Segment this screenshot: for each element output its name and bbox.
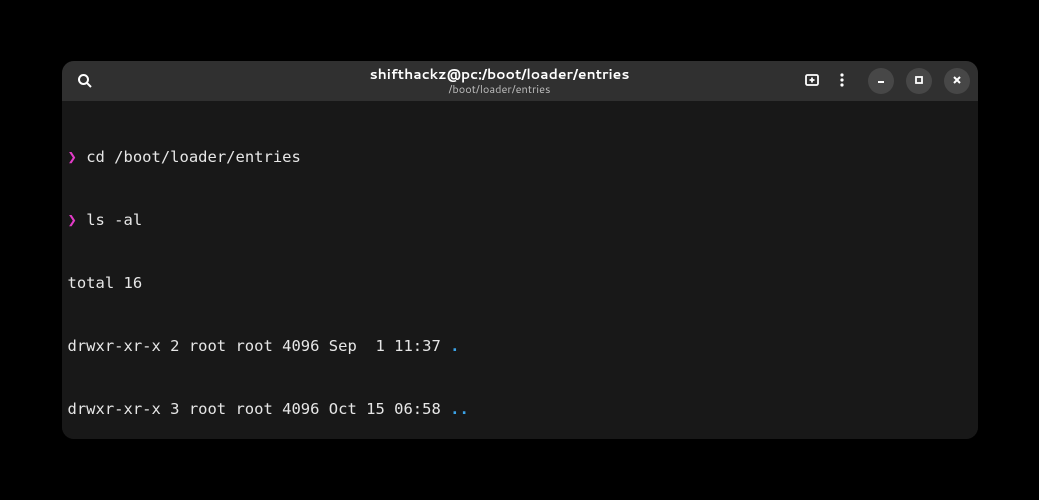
terminal-body[interactable]: ❯ cd /boot/loader/entries ❯ ls -al total… [62,101,978,439]
maximize-button[interactable] [906,68,932,94]
close-button[interactable] [944,68,970,94]
minimize-icon [875,74,887,89]
prompt-symbol: ❯ [68,211,77,229]
ls-name: . [450,337,459,355]
prompt-symbol: ❯ [68,148,77,166]
titlebar-center: shifthackz@pc:/boot/loader/entries /boot… [210,67,790,94]
titlebar: shifthackz@pc:/boot/loader/entries /boot… [62,61,978,101]
titlebar-right [790,66,970,96]
ls-total: total 16 [68,273,972,294]
command-text: cd /boot/loader/entries [86,148,301,166]
minimize-button[interactable] [868,68,894,94]
ls-name: .. [450,400,469,418]
ls-perm: drwxr-xr-x 3 root root 4096 Oct 15 06:58 [68,400,451,418]
titlebar-left [70,66,210,96]
close-icon [951,74,963,89]
hamburger-menu-button[interactable] [828,66,856,96]
ls-perm: drwxr-xr-x 2 root root 4096 Sep 1 11:37 [68,337,451,355]
new-tab-button[interactable] [798,66,826,96]
terminal-window: shifthackz@pc:/boot/loader/entries /boot… [62,61,978,439]
command-text: ls -al [86,211,142,229]
new-tab-icon [804,72,820,91]
ls-row: drwxr-xr-x 2 root root 4096 Sep 1 11:37 … [68,336,972,357]
search-icon [77,73,93,89]
search-button[interactable] [70,66,100,96]
window-subtitle: /boot/loader/entries [449,83,551,95]
ls-row: drwxr-xr-x 3 root root 4096 Oct 15 06:58… [68,399,972,420]
maximize-icon [913,74,925,89]
kebab-icon [834,72,850,91]
